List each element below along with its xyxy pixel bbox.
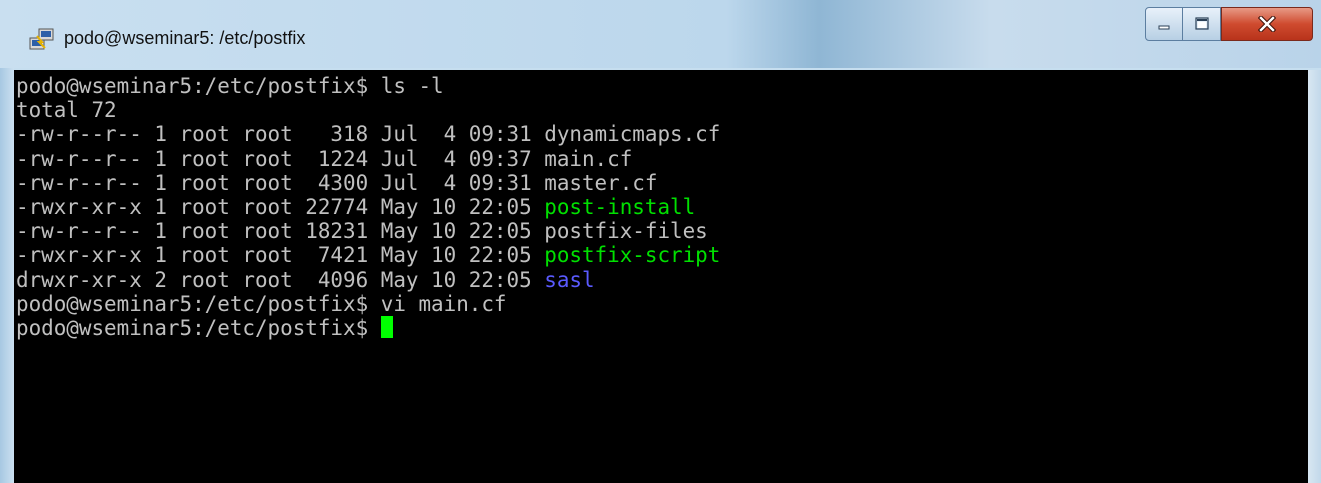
terminal-text: podo@wseminar5:/etc/postfix$ vi main.cf (16, 291, 507, 316)
terminal-text: -rw-r--r-- 1 root root 1224 Jul 4 09:37 (16, 146, 545, 171)
file-name: master.cf (544, 170, 658, 195)
file-name: sasl (544, 267, 595, 292)
terminal-text: -rw-r--r-- 1 root root 18231 May 10 22:0… (16, 219, 545, 244)
title-bar[interactable]: podo@wseminar5: /etc/postfix (0, 0, 1321, 68)
file-name: postfix-script (544, 243, 721, 268)
terminal-line: total 72 (16, 98, 720, 122)
window-title: podo@wseminar5: /etc/postfix (64, 28, 306, 48)
close-button[interactable] (1221, 7, 1313, 41)
terminal-line: -rw-r--r-- 1 root root 4300 Jul 4 09:31 … (16, 171, 720, 195)
minimize-button[interactable] (1145, 7, 1183, 41)
file-name: dynamicmaps.cf (544, 122, 721, 147)
terminal-text: -rw-r--r-- 1 root root 4300 Jul 4 09:31 (16, 170, 545, 195)
terminal-text: -rwxr-xr-x 1 root root 7421 May 10 22:05 (16, 243, 545, 268)
maximize-icon (1194, 17, 1209, 30)
window-frame-left (0, 68, 14, 483)
terminal-line: -rw-r--r-- 1 root root 1224 Jul 4 09:37 … (16, 147, 720, 171)
minimize-icon (1158, 25, 1170, 30)
terminal-line: -rwxr-xr-x 1 root root 22774 May 10 22:0… (16, 195, 720, 219)
file-name: main.cf (544, 146, 633, 171)
terminal-text: drwxr-xr-x 2 root root 4096 May 10 22:05 (16, 267, 545, 292)
file-name: post-install (544, 194, 696, 219)
putty-icon (29, 28, 54, 50)
terminal-line: drwxr-xr-x 2 root root 4096 May 10 22:05… (16, 268, 720, 292)
terminal-text: -rwxr-xr-x 1 root root 22774 May 10 22:0… (16, 194, 545, 219)
terminal-line: -rw-r--r-- 1 root root 18231 May 10 22:0… (16, 219, 720, 243)
maximize-button[interactable] (1183, 7, 1221, 41)
terminal-area[interactable]: podo@wseminar5:/etc/postfix$ ls -l total … (14, 70, 1308, 483)
vertical-scrollbar[interactable] (1308, 70, 1321, 483)
terminal-text: podo@wseminar5:/etc/postfix$ ls -l (16, 74, 444, 98)
terminal-line: podo@wseminar5:/etc/postfix$ ls -l (16, 74, 720, 98)
putty-window: podo@wseminar5: /etc/postfix podo@wsemin… (0, 0, 1321, 483)
terminal-output: podo@wseminar5:/etc/postfix$ ls -l total … (16, 74, 720, 340)
terminal-cursor (380, 315, 393, 338)
terminal-line: -rwxr-xr-x 1 root root 7421 May 10 22:05… (16, 243, 720, 267)
terminal-text: -rw-r--r-- 1 root root 318 Jul 4 09:31 (16, 122, 545, 147)
terminal-line: podo@wseminar5:/etc/postfix$ (16, 315, 720, 340)
terminal-text: podo@wseminar5:/etc/postfix$ (16, 315, 381, 340)
terminal-line: podo@wseminar5:/etc/postfix$ vi main.cf (16, 292, 720, 316)
terminal-line: -rw-r--r-- 1 root root 318 Jul 4 09:31 d… (16, 122, 720, 146)
close-icon (1258, 16, 1276, 32)
file-name: postfix-files (544, 219, 708, 244)
terminal-text: total 72 (16, 98, 117, 123)
